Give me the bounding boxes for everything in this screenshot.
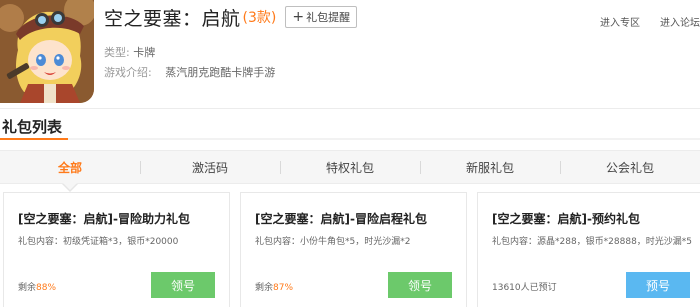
gift-card-remaining: 剩余87% bbox=[255, 280, 293, 293]
gift-card: [空之要塞：启航]-预约礼包 礼包内容：源晶*288，银币*28888，时光沙漏… bbox=[477, 192, 700, 307]
tab-all[interactable]: 全部 bbox=[0, 151, 140, 183]
tab-guild-gift[interactable]: 公会礼包 bbox=[560, 151, 700, 183]
game-character-art bbox=[0, 0, 94, 103]
remaining-label: 剩余 bbox=[255, 283, 274, 293]
enter-zone-link[interactable]: 进入专区 bbox=[600, 14, 640, 29]
game-type: 类型: 卡牌 bbox=[104, 44, 155, 60]
gift-card-title[interactable]: [空之要塞：启航]-预约礼包 bbox=[492, 210, 640, 227]
section-underline bbox=[0, 138, 700, 140]
type-label: 类型: bbox=[104, 46, 130, 59]
game-title-row: 空之要塞：启航 (3款) + 礼包提醒 bbox=[104, 6, 358, 30]
game-header: 空之要塞：启航 (3款) + 礼包提醒 进入专区 进入论坛 类型: 卡牌 游戏介… bbox=[0, 0, 700, 110]
gift-tabs: 全部 激活码 特权礼包 新服礼包 公会礼包 bbox=[0, 150, 700, 184]
gift-card-remaining: 剩余88% bbox=[18, 280, 56, 293]
header-divider bbox=[0, 108, 700, 109]
gift-count: (3款) bbox=[242, 10, 277, 26]
gift-card-title[interactable]: [空之要塞：启航]-冒险启程礼包 bbox=[255, 210, 427, 227]
active-tab-caret bbox=[63, 183, 77, 190]
gift-card: [空之要塞：启航]-冒险启程礼包 礼包内容：小份牛角包*5，时光沙漏*2 剩余8… bbox=[240, 192, 467, 307]
top-links: 进入专区 进入论坛 bbox=[600, 14, 700, 29]
gift-card-content: 礼包内容：小份牛角包*5，时光沙漏*2 bbox=[255, 237, 411, 247]
remaining-label: 剩余 bbox=[18, 283, 37, 293]
claim-button[interactable]: 领号 bbox=[388, 272, 452, 298]
gift-remind-label: 礼包提醒 bbox=[306, 11, 351, 24]
remaining-percent: 87% bbox=[273, 283, 294, 293]
tab-privilege-gift[interactable]: 特权礼包 bbox=[280, 151, 420, 183]
gift-card-reserved-count: 13610人已预订 bbox=[492, 283, 557, 293]
section-title: 礼包列表 bbox=[2, 118, 63, 136]
tab-activation-code[interactable]: 激活码 bbox=[140, 151, 280, 183]
enter-forum-link[interactable]: 进入论坛 bbox=[660, 14, 700, 29]
gift-remind-button[interactable]: + 礼包提醒 bbox=[285, 6, 358, 28]
plus-icon: + bbox=[292, 9, 305, 25]
tab-new-server-gift[interactable]: 新服礼包 bbox=[420, 151, 560, 183]
gift-card: [空之要塞：启航]-冒险助力礼包 礼包内容：初级凭证箱*3，银币*20000 剩… bbox=[3, 192, 230, 307]
game-intro: 游戏介绍: 蒸汽朋克跑酷卡牌手游 bbox=[104, 64, 275, 80]
section-underline-accent bbox=[0, 138, 68, 140]
game-icon[interactable] bbox=[0, 0, 94, 103]
intro-label: 游戏介绍: bbox=[104, 66, 152, 79]
gift-card-content: 礼包内容：初级凭证箱*3，银币*20000 bbox=[18, 237, 179, 247]
game-title: 空之要塞：启航 bbox=[104, 7, 241, 30]
gift-card-content: 礼包内容：源晶*288，银币*28888，时光沙漏*5 bbox=[492, 237, 693, 247]
intro-value: 蒸汽朋克跑酷卡牌手游 bbox=[165, 66, 276, 79]
claim-button[interactable]: 领号 bbox=[151, 272, 215, 298]
gift-card-title[interactable]: [空之要塞：启航]-冒险助力礼包 bbox=[18, 210, 190, 227]
remaining-percent: 88% bbox=[36, 283, 57, 293]
type-value: 卡牌 bbox=[133, 46, 156, 59]
reserve-button[interactable]: 预号 bbox=[626, 272, 690, 298]
